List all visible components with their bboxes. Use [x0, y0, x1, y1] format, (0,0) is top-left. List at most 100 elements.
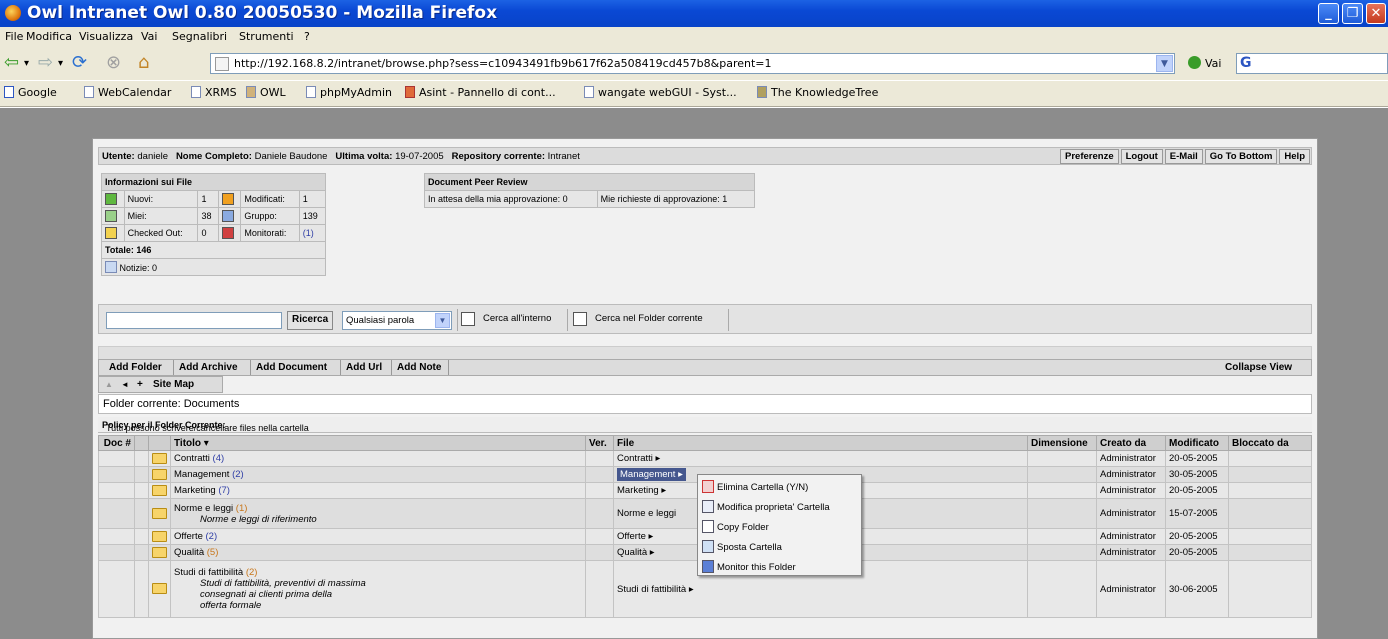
menu-modifica[interactable]: Modifica	[26, 30, 72, 43]
folder-name[interactable]: Marketing	[174, 485, 216, 496]
folder-icon[interactable]	[152, 484, 167, 496]
back-arrow-icon[interactable]: ⇦	[4, 52, 19, 73]
menu-vai[interactable]: Vai	[141, 30, 157, 43]
monitored-count[interactable]: (1)	[298, 224, 327, 242]
add-archive-button[interactable]: Add Archive	[179, 362, 238, 373]
minimize-button[interactable]: _	[1318, 3, 1339, 24]
back-dropdown-icon[interactable]: ▾	[24, 58, 29, 69]
home-icon[interactable]: ⌂	[138, 52, 149, 73]
preferences-button[interactable]: Preferenze	[1060, 149, 1119, 164]
folder-name[interactable]: Qualità	[174, 547, 204, 558]
folder-icon[interactable]	[152, 507, 167, 519]
file-name[interactable]: Management	[620, 469, 675, 480]
delete-folder-item[interactable]: Elimina Cartella (Y/N)	[702, 480, 808, 496]
folder-title[interactable]: Studi di fattibilità (2) Studi di fattibi…	[170, 560, 586, 618]
news-count[interactable]: Notizie: 0	[120, 263, 158, 273]
maximize-button[interactable]: ❐	[1342, 3, 1363, 24]
add-url-button[interactable]: Add Url	[346, 362, 382, 373]
caret-right-icon[interactable]: ▸	[649, 531, 654, 542]
file-name-highlighted[interactable]: Management ▸	[617, 468, 686, 481]
up-arrow-icon[interactable]: ▲	[105, 380, 113, 389]
search-current-folder-checkbox[interactable]	[573, 312, 587, 326]
my-approval-requests[interactable]: Mie richieste di approvazione: 1	[596, 190, 756, 208]
col-size[interactable]: Dimensione	[1027, 435, 1097, 451]
file-name[interactable]: Studi di fattibilità	[617, 584, 686, 595]
col-version[interactable]: Ver.	[585, 435, 614, 451]
bookmark-phpmyadmin[interactable]: phpMyAdmin	[306, 86, 392, 99]
add-note-button[interactable]: Add Note	[397, 362, 441, 373]
awaiting-approval[interactable]: In attesa della mia approvazione: 0	[424, 190, 598, 208]
menu-file[interactable]: File	[5, 30, 23, 43]
file-name[interactable]: Offerte	[617, 531, 646, 542]
logout-button[interactable]: Logout	[1120, 149, 1163, 164]
bookmark-webcalendar[interactable]: WebCalendar	[84, 86, 171, 99]
folder-name[interactable]: Management	[174, 469, 229, 480]
go-to-bottom-button[interactable]: Go To Bottom	[1204, 149, 1278, 164]
add-document-button[interactable]: Add Document	[256, 362, 327, 373]
group-count[interactable]: 139	[298, 207, 327, 225]
address-bar[interactable]: http://192.168.8.2/intranet/browse.php?s…	[210, 53, 1175, 74]
plus-icon[interactable]: +	[137, 379, 143, 390]
folder-name[interactable]: Norme e leggi	[174, 503, 233, 514]
folder-title[interactable]: Contratti (4)	[170, 450, 586, 467]
file-name[interactable]: Qualità	[617, 547, 647, 558]
checked-out-count[interactable]: 0	[197, 224, 219, 242]
add-folder-button[interactable]: Add Folder	[109, 362, 162, 373]
col-locked-by[interactable]: Bloccato da	[1228, 435, 1312, 451]
caret-right-icon[interactable]: ▸	[689, 584, 694, 595]
folder-name[interactable]: Studi di fattibilità	[174, 567, 243, 578]
file-name[interactable]: Contratti	[617, 453, 653, 464]
help-button[interactable]: Help	[1279, 149, 1310, 164]
folder-icon[interactable]	[152, 546, 167, 558]
email-button[interactable]: E-Mail	[1164, 149, 1203, 164]
reload-icon[interactable]: ⟳	[72, 52, 87, 73]
file-name[interactable]: Marketing	[617, 485, 659, 496]
go-button[interactable]: Vai	[1188, 56, 1221, 70]
address-dropdown-icon[interactable]: ▼	[1156, 55, 1173, 72]
folder-icon[interactable]	[152, 530, 167, 542]
col-title[interactable]: Titolo ▾	[170, 435, 586, 451]
menu-help[interactable]: ?	[304, 30, 310, 43]
col-created-by[interactable]: Creato da	[1096, 435, 1166, 451]
folder-icon[interactable]	[152, 468, 167, 480]
forward-dropdown-icon[interactable]: ▾	[58, 58, 63, 69]
monitor-folder-item[interactable]: Monitor this Folder	[702, 560, 796, 576]
stop-icon[interactable]: ⊗	[106, 52, 121, 73]
mine-count[interactable]: 38	[197, 207, 219, 225]
col-modified[interactable]: Modificato	[1165, 435, 1229, 451]
folder-title[interactable]: Marketing (7)	[170, 482, 586, 499]
new-count[interactable]: 1	[197, 190, 219, 208]
col-file[interactable]: File	[613, 435, 1028, 451]
edit-folder-properties-item[interactable]: Modifica proprieta' Cartella	[702, 500, 830, 516]
caret-right-icon[interactable]: ▸	[661, 485, 666, 496]
close-button[interactable]: ✕	[1366, 3, 1386, 24]
folder-title[interactable]: Offerte (2)	[170, 528, 586, 545]
menu-segnalibri[interactable]: Segnalibri	[172, 30, 227, 43]
file-cell[interactable]: Contratti ▸	[613, 450, 1028, 467]
search-mode-select[interactable]: Qualsiasi parola ▼	[342, 311, 452, 330]
bookmark-wangate[interactable]: wangate webGUI - Syst...	[584, 86, 737, 99]
address-url[interactable]: http://192.168.8.2/intranet/browse.php?s…	[234, 57, 772, 70]
search-button[interactable]: Ricerca	[287, 311, 334, 330]
menu-strumenti[interactable]: Strumenti	[239, 30, 294, 43]
bookmark-owl[interactable]: OWL	[246, 86, 286, 99]
folder-title[interactable]: Norme e leggi (1) Norme e leggi di riferi…	[170, 498, 586, 529]
folder-name[interactable]: Contratti	[174, 453, 210, 464]
file-name[interactable]: Norme e leggi	[617, 508, 676, 519]
caret-right-icon[interactable]: ▸	[650, 547, 655, 558]
caret-right-icon[interactable]: ▸	[656, 453, 661, 464]
folder-name[interactable]: Offerte	[174, 531, 203, 542]
menu-visualizza[interactable]: Visualizza	[79, 30, 133, 43]
folder-title[interactable]: Management (2)	[170, 466, 586, 483]
bookmark-asint[interactable]: Asint - Pannello di cont...	[405, 86, 556, 99]
search-inside-checkbox[interactable]	[461, 312, 475, 326]
chevron-down-icon[interactable]: ▼	[435, 313, 450, 328]
site-map-button[interactable]: Site Map	[153, 379, 194, 390]
forward-arrow-icon[interactable]: ⇨	[38, 52, 53, 73]
bookmark-knowledgetree[interactable]: The KnowledgeTree	[757, 86, 878, 99]
col-doc-number[interactable]: Doc #	[98, 435, 135, 451]
updated-count[interactable]: 1	[298, 190, 327, 208]
collapse-view-button[interactable]: Collapse View	[1225, 362, 1292, 373]
copy-folder-item[interactable]: Copy Folder	[702, 520, 769, 536]
bookmark-xrms[interactable]: XRMS	[191, 86, 237, 99]
